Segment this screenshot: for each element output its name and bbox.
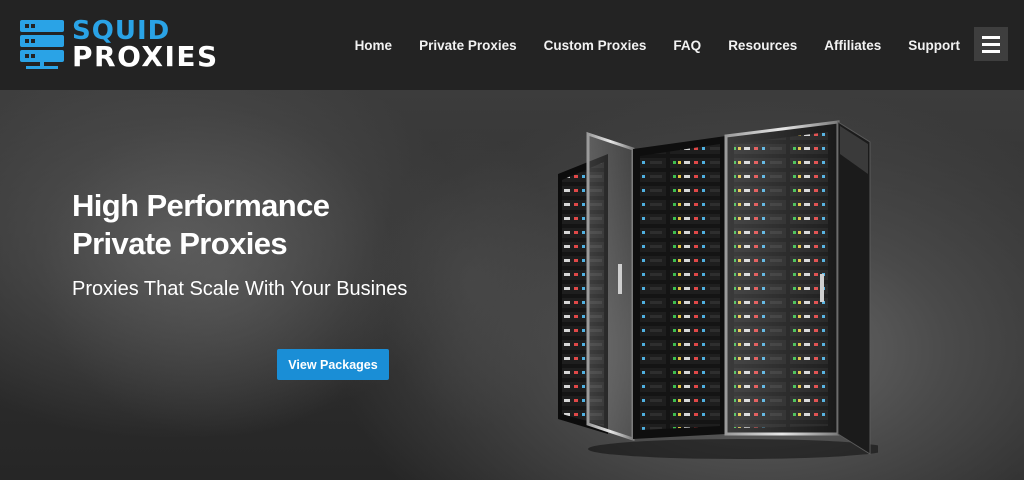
nav-custom-proxies[interactable]: Custom Proxies [544, 38, 647, 53]
hero-section: High Performance Private Proxies Proxies… [0, 90, 1024, 480]
hero-title-line-2: Private Proxies [72, 226, 288, 261]
squid-proxies-logo[interactable]: SQUID PROXIES [20, 18, 230, 72]
nav-private-proxies[interactable]: Private Proxies [419, 38, 517, 53]
main-nav: Home Private Proxies Custom Proxies FAQ … [328, 0, 960, 90]
nav-support[interactable]: Support [908, 38, 960, 53]
hamburger-menu-icon[interactable] [974, 27, 1008, 61]
logo-text-proxies: PROXIES [72, 40, 219, 73]
hero-title: High Performance Private Proxies [72, 187, 330, 263]
hero-title-line-1: High Performance [72, 188, 330, 223]
menu-bar [982, 35, 1000, 39]
nav-affiliates[interactable]: Affiliates [824, 38, 881, 53]
site-header: SQUID PROXIES Home Private Proxies Custo… [0, 0, 1024, 90]
hero-subtitle: Proxies That Scale With Your Busines [72, 278, 408, 300]
view-packages-button[interactable]: View Packages [277, 349, 389, 380]
server-racks-illustration [558, 120, 878, 459]
server-stack-icon [20, 20, 64, 69]
menu-bar [982, 42, 1000, 46]
background-blur [40, 110, 400, 440]
nav-faq[interactable]: FAQ [673, 38, 701, 53]
nav-home[interactable]: Home [355, 38, 393, 53]
nav-resources[interactable]: Resources [728, 38, 797, 53]
menu-bar [982, 49, 1000, 53]
